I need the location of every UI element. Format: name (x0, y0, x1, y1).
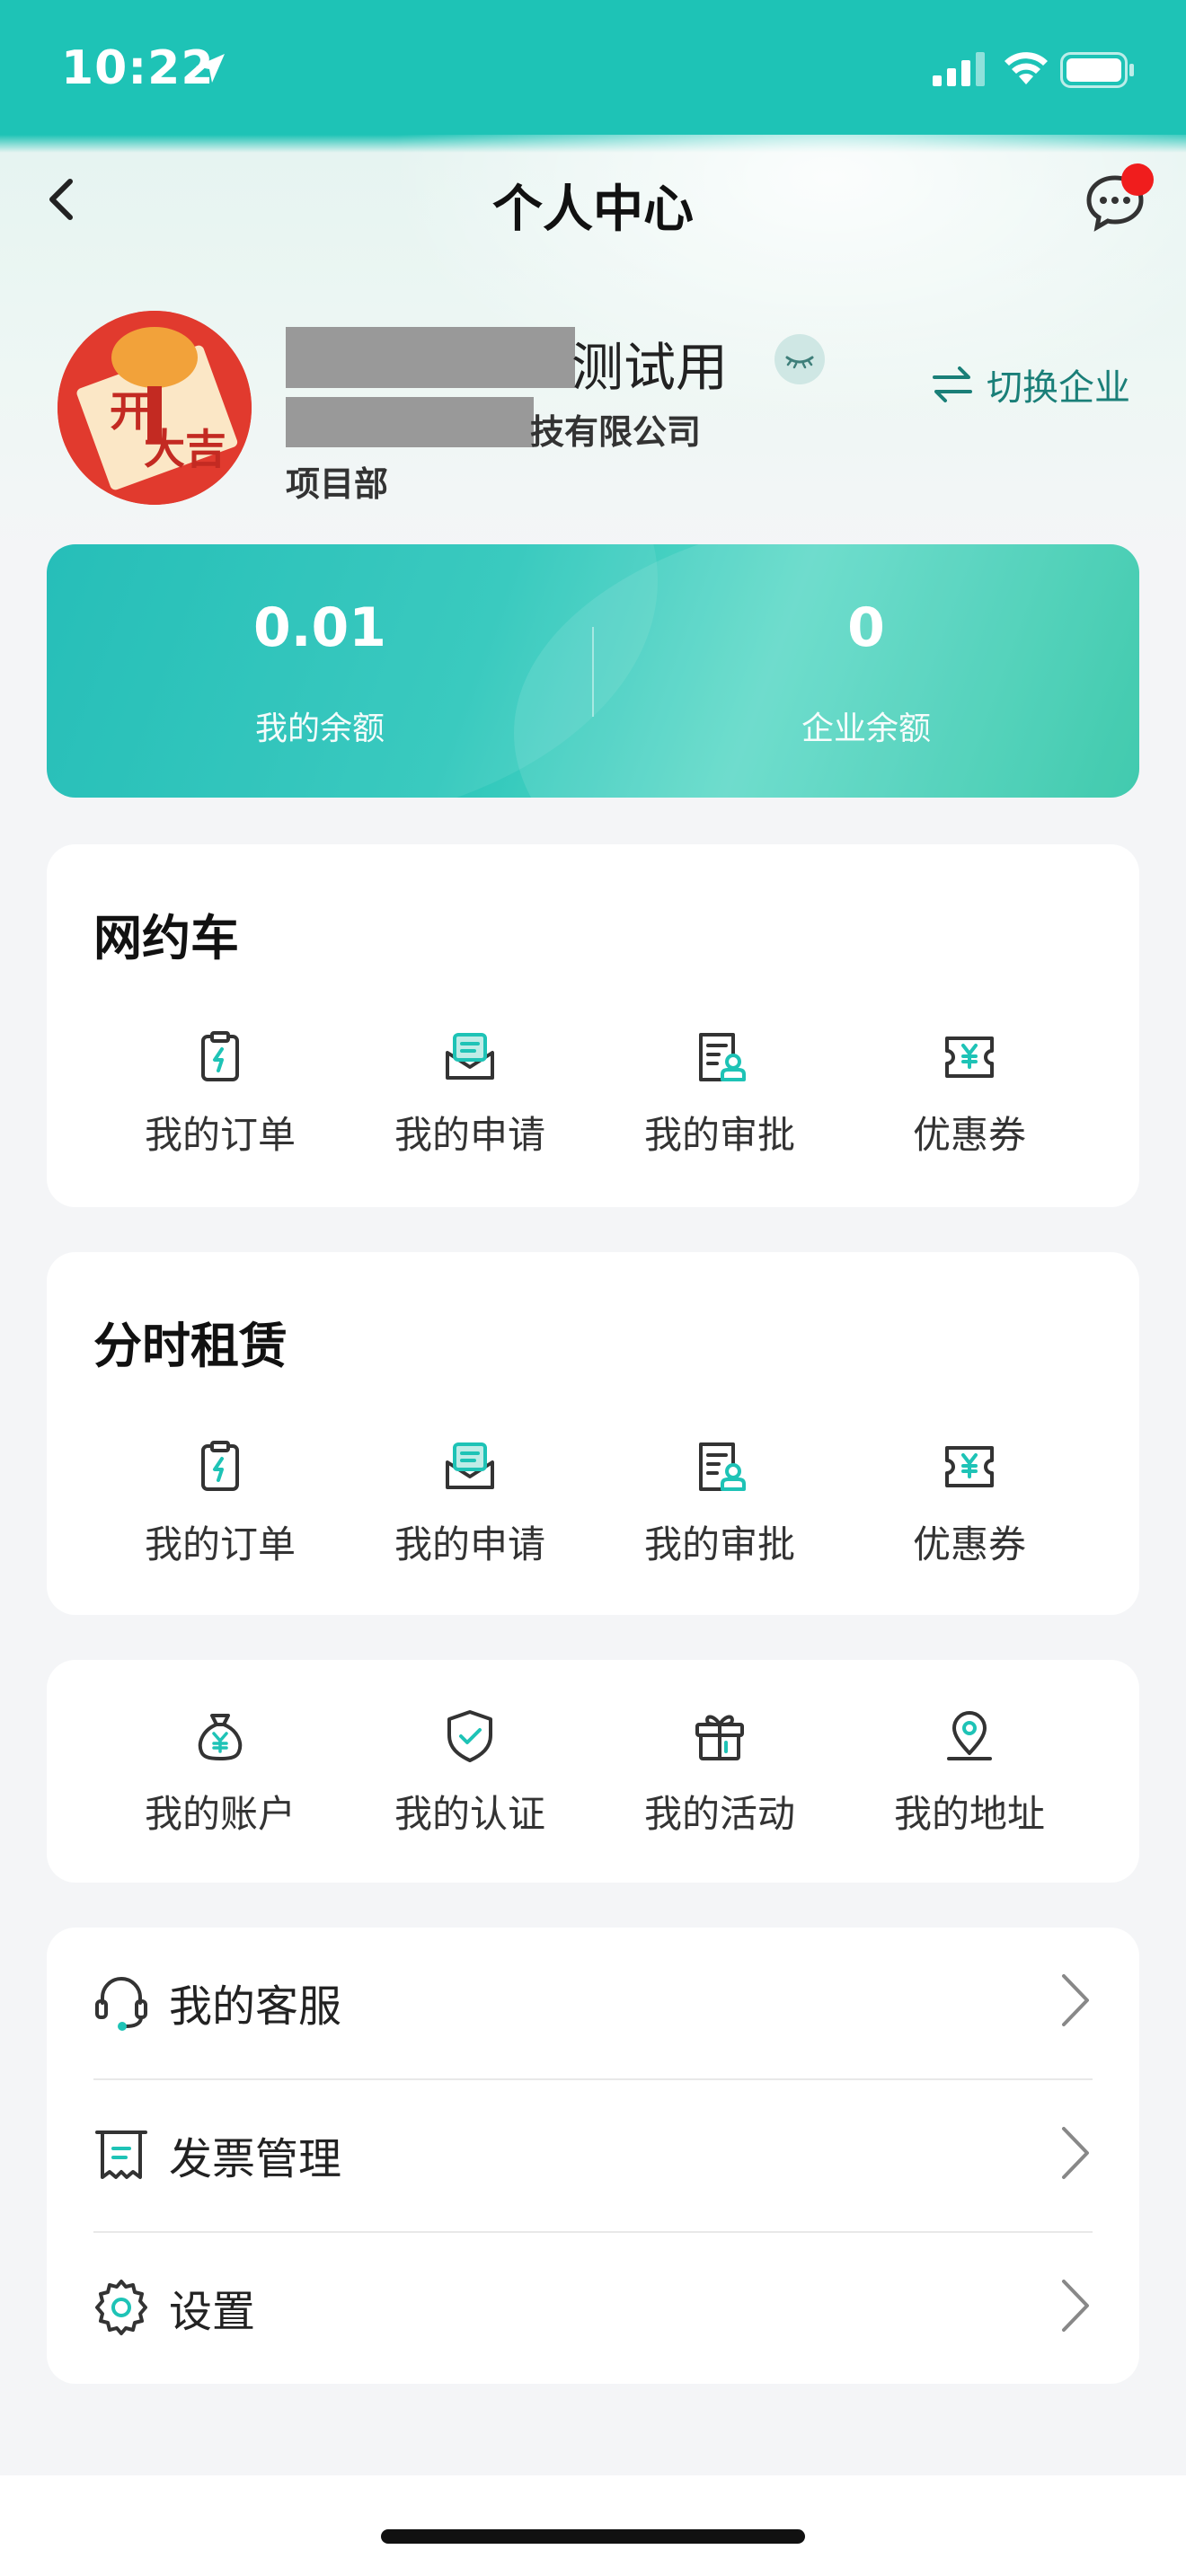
ride-my-orders-label: 我的订单 (144, 1113, 296, 1157)
battery-icon (1060, 52, 1134, 88)
status-bar: 10:22 (0, 0, 1186, 137)
rental-title: 分时租赁 (93, 1318, 288, 1374)
status-time: 10:22 (61, 41, 215, 95)
application-icon (446, 1442, 494, 1489)
user-name: 测试用 (571, 337, 729, 398)
svg-text:大吉: 大吉 (144, 425, 226, 473)
my-activities-label: 我的活动 (643, 1792, 795, 1836)
redacted-company-mask (286, 397, 534, 447)
chevron-right-icon (1062, 2127, 1089, 2179)
invoice-management-label: 发票管理 (169, 2134, 342, 2184)
my-activities[interactable]: 我的活动 (595, 1708, 845, 1852)
my-balance[interactable]: 0.01 我的余额 (47, 544, 593, 798)
balance-card: 0.01 我的余额 0 企业余额 (47, 544, 1139, 798)
coupon-icon (945, 1446, 994, 1487)
customer-service-label: 我的客服 (169, 1981, 342, 2032)
switch-enterprise-button[interactable]: 切换企业 (931, 357, 1130, 411)
settings-icon (95, 2280, 147, 2335)
rental-coupons-label: 优惠券 (912, 1522, 1026, 1566)
chevron-right-icon (1062, 1974, 1089, 2026)
ride-my-orders[interactable]: 我的订单 (95, 1029, 345, 1173)
my-account-label: 我的账户 (144, 1792, 296, 1836)
rental-card: 分时租赁 我的订单 我的申请 我的审批 优惠券 (47, 1252, 1139, 1615)
department-name: 项目部 (286, 464, 389, 504)
customer-service-row[interactable]: 我的客服 (93, 1928, 1093, 2080)
wifi-icon (1005, 52, 1048, 84)
ride-my-approvals[interactable]: 我的审批 (595, 1029, 845, 1173)
my-address[interactable]: 我的地址 (845, 1708, 1094, 1852)
rental-my-orders[interactable]: 我的订单 (95, 1439, 345, 1583)
avatar-image: 开 大吉 (58, 311, 252, 505)
my-certification-label: 我的认证 (394, 1792, 545, 1836)
my-address-label: 我的地址 (893, 1792, 1045, 1836)
ride-my-applications-label: 我的申请 (394, 1113, 545, 1157)
redacted-name-mask (286, 327, 575, 388)
rental-coupons[interactable]: 优惠券 (845, 1439, 1094, 1583)
account-card: 我的账户 我的认证 我的活动 我的地址 (47, 1660, 1139, 1883)
swap-arrows-icon (933, 366, 972, 402)
notification-badge (1121, 163, 1154, 196)
shield-check-icon (447, 1710, 492, 1762)
location-pin-icon (947, 1711, 992, 1760)
enterprise-balance-value: 0 (847, 596, 885, 659)
my-certification[interactable]: 我的认证 (345, 1708, 595, 1852)
company-name: 技有限公司 (530, 412, 702, 452)
location-arrow-icon (196, 54, 225, 83)
gift-icon (695, 1715, 744, 1760)
ride-coupons[interactable]: 优惠券 (845, 1029, 1094, 1173)
rental-my-approvals-label: 我的审批 (643, 1522, 795, 1566)
chevron-right-icon (1062, 2280, 1089, 2332)
approval-icon (699, 1442, 746, 1491)
menu-card: 我的客服 发票管理 设置 (47, 1928, 1139, 2384)
avatar[interactable]: 开 大吉 (58, 311, 252, 505)
my-account[interactable]: 我的账户 (95, 1708, 345, 1852)
ride-my-applications[interactable]: 我的申请 (345, 1029, 595, 1173)
switch-enterprise-label: 切换企业 (987, 367, 1130, 409)
my-balance-label: 我的余额 (254, 710, 385, 747)
enterprise-balance-label: 企业余额 (801, 710, 931, 747)
application-icon (446, 1033, 494, 1080)
my-balance-value: 0.01 (252, 596, 387, 659)
enterprise-balance[interactable]: 0 企业余额 (593, 544, 1139, 798)
money-bag-icon (198, 1714, 243, 1760)
rental-my-applications[interactable]: 我的申请 (345, 1439, 595, 1583)
invoice-management-row[interactable]: 发票管理 (93, 2080, 1093, 2233)
bottom-safe-area (0, 2475, 1186, 2576)
ride-my-approvals-label: 我的审批 (643, 1113, 795, 1157)
page-title: 个人中心 (492, 181, 694, 239)
approval-icon (699, 1033, 746, 1081)
settings-label: 设置 (169, 2287, 256, 2337)
settings-row[interactable]: 设置 (93, 2233, 1093, 2386)
rental-my-applications-label: 我的申请 (394, 1522, 545, 1566)
cellular-signal-icon (933, 52, 985, 86)
rental-my-orders-label: 我的订单 (144, 1522, 296, 1566)
rental-my-approvals[interactable]: 我的审批 (595, 1439, 845, 1583)
hide-eye-icon[interactable] (774, 334, 825, 384)
order-icon (201, 1031, 239, 1081)
home-indicator[interactable] (381, 2529, 805, 2544)
ride-coupons-label: 优惠券 (912, 1113, 1026, 1157)
headset-icon (95, 1977, 147, 2031)
ride-hailing-title: 网约车 (93, 910, 239, 966)
ride-hailing-card: 网约车 我的订单 我的申请 我的审批 优惠券 (47, 844, 1139, 1207)
navigation-bar: 个人中心 (0, 144, 1186, 260)
invoice-icon (95, 2130, 147, 2179)
order-icon (201, 1441, 239, 1491)
coupon-icon (945, 1037, 994, 1078)
